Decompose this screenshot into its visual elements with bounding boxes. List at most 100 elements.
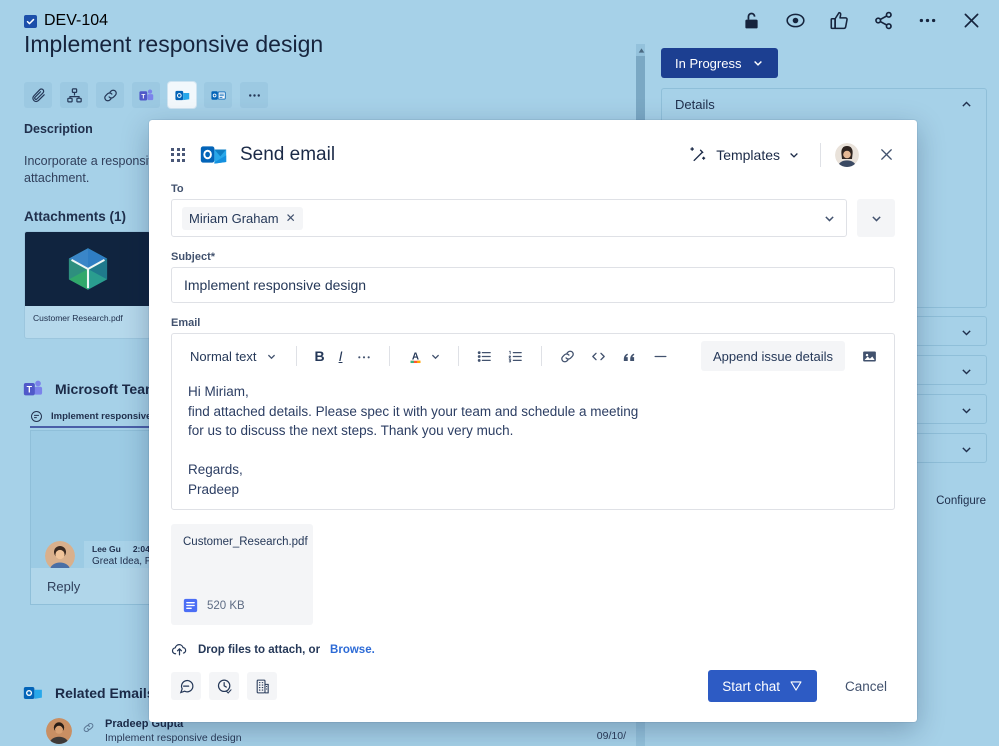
to-input[interactable]: Miriam Graham ✕ xyxy=(171,199,847,237)
remove-recipient-icon[interactable]: ✕ xyxy=(286,211,296,225)
start-chat-label: Start chat xyxy=(722,678,780,694)
start-chat-button[interactable]: Start chat xyxy=(708,670,817,702)
italic-icon[interactable]: I xyxy=(333,342,349,370)
attachment-file-name: Customer_Research.pdf xyxy=(183,536,308,549)
attachment-file-name: Customer Research.pdf xyxy=(33,313,123,323)
subject-input[interactable]: Implement responsive design xyxy=(171,267,895,304)
toolbar-divider xyxy=(458,346,460,367)
task-type-icon xyxy=(24,14,37,28)
text-color-icon[interactable]: A xyxy=(401,342,447,370)
related-email-date: 09/10/ xyxy=(596,730,626,742)
dialog-body: To Miriam Graham ✕ Subject* Implement re… xyxy=(149,169,917,658)
subject-field-label: Subject* xyxy=(171,251,216,263)
schedule-meeting-icon[interactable] xyxy=(209,672,239,700)
more-formatting-icon[interactable] xyxy=(350,342,378,370)
to-dropdown-icon[interactable] xyxy=(823,212,836,225)
lock-icon[interactable] xyxy=(739,8,763,32)
bold-label: B xyxy=(314,348,325,365)
recipient-name: Miriam Graham xyxy=(189,210,279,226)
bold-icon[interactable]: B xyxy=(308,342,330,370)
related-emails-header: Related Emails xyxy=(22,682,155,704)
attachments-label: Attachments (1) xyxy=(24,209,127,224)
outlook-icon xyxy=(200,146,227,164)
outlook-send-email-icon[interactable] xyxy=(168,82,196,108)
toolbar-divider xyxy=(541,346,543,367)
code-icon[interactable] xyxy=(584,342,613,370)
dialog-header: Send email Templates xyxy=(149,120,917,169)
window-actions xyxy=(739,8,983,32)
magic-wand-icon xyxy=(690,147,706,162)
avatar[interactable] xyxy=(835,142,859,167)
drop-files-row[interactable]: Drop files to attach, or Browse. xyxy=(171,641,895,658)
toolbar-divider xyxy=(296,346,298,367)
avatar xyxy=(45,541,75,571)
cancel-button[interactable]: Cancel xyxy=(837,679,895,694)
templates-button[interactable]: Templates xyxy=(683,141,806,168)
svg-text:A: A xyxy=(412,351,419,362)
more-options-icon[interactable] xyxy=(915,8,939,32)
details-panel-label: Details xyxy=(675,96,715,112)
attach-icon[interactable] xyxy=(24,82,52,108)
to-row: Miriam Graham ✕ xyxy=(171,199,895,237)
file-icon xyxy=(183,598,198,613)
chevron-down-icon xyxy=(962,446,971,453)
append-issue-details-button[interactable]: Append issue details xyxy=(701,341,845,372)
chevron-down-icon xyxy=(962,407,971,414)
share-icon[interactable] xyxy=(871,8,895,32)
company-icon[interactable] xyxy=(247,672,277,700)
close-dialog-button[interactable] xyxy=(877,146,895,164)
chevron-down-icon xyxy=(962,329,971,336)
issue-key[interactable]: DEV-104 xyxy=(44,12,108,30)
dialog-title: Send email xyxy=(240,143,336,165)
outlook-icon xyxy=(23,687,42,699)
email-body-input[interactable]: Hi Miriam, find attached details. Please… xyxy=(172,378,894,509)
templates-label: Templates xyxy=(716,146,780,163)
comment-icon[interactable] xyxy=(171,672,201,700)
email-field-label: Email xyxy=(171,317,201,330)
quote-icon[interactable] xyxy=(615,342,644,370)
watch-eye-icon[interactable] xyxy=(783,8,807,32)
scroll-up-icon[interactable] xyxy=(637,45,645,55)
chevron-down-icon xyxy=(871,215,881,222)
details-panel-header[interactable]: Details xyxy=(662,89,986,119)
to-field-label: To xyxy=(171,183,184,195)
italic-label: I xyxy=(338,348,343,365)
chevron-down-icon xyxy=(790,152,798,158)
related-email-subject: Implement responsive design xyxy=(105,732,242,744)
more-actions-icon[interactable] xyxy=(240,82,268,108)
recipient-chip[interactable]: Miriam Graham ✕ xyxy=(182,206,303,230)
outlook-contact-card-icon[interactable] xyxy=(204,82,232,108)
send-icon xyxy=(790,681,802,691)
comment-author: Lee Gu xyxy=(92,544,121,554)
issue-action-bar: T xyxy=(24,82,268,108)
browse-link[interactable]: Browse. xyxy=(330,644,375,656)
attachment-card[interactable]: Customer Research.pdf xyxy=(24,231,151,339)
link-icon[interactable] xyxy=(553,342,582,370)
configure-link[interactable]: Configure xyxy=(936,495,986,507)
child-issue-icon[interactable] xyxy=(60,82,88,108)
upload-cloud-icon xyxy=(171,644,187,656)
header-divider xyxy=(820,142,821,167)
chevron-down-icon xyxy=(754,60,763,66)
close-icon[interactable] xyxy=(959,8,983,32)
microsoft-teams-icon[interactable]: T xyxy=(132,82,160,108)
expand-recipients-button[interactable] xyxy=(857,199,895,237)
app-launcher-icon[interactable] xyxy=(171,147,185,162)
text-style-dropdown[interactable]: Normal text xyxy=(182,342,285,370)
attachment-file-size: 520 KB xyxy=(207,599,245,612)
dialog-footer: Start chat Cancel xyxy=(149,658,917,722)
description-label: Description xyxy=(24,122,93,136)
related-emails-title: Related Emails xyxy=(55,685,155,701)
divider-icon[interactable] xyxy=(646,342,675,370)
attachment-preview-card[interactable]: Customer_Research.pdf 520 KB xyxy=(171,524,313,625)
scrollbar-thumb[interactable] xyxy=(636,56,645,128)
numbered-list-icon[interactable] xyxy=(501,342,530,370)
svg-text:T: T xyxy=(141,93,145,100)
status-dropdown[interactable]: In Progress xyxy=(661,48,779,78)
drop-files-text: Drop files to attach, or xyxy=(198,643,321,656)
teams-section-header: T Microsoft Teams xyxy=(22,378,165,400)
bulleted-list-icon[interactable] xyxy=(470,342,499,370)
link-issue-icon[interactable] xyxy=(96,82,124,108)
thumbs-up-icon[interactable] xyxy=(827,8,851,32)
insert-image-icon[interactable] xyxy=(855,342,884,370)
